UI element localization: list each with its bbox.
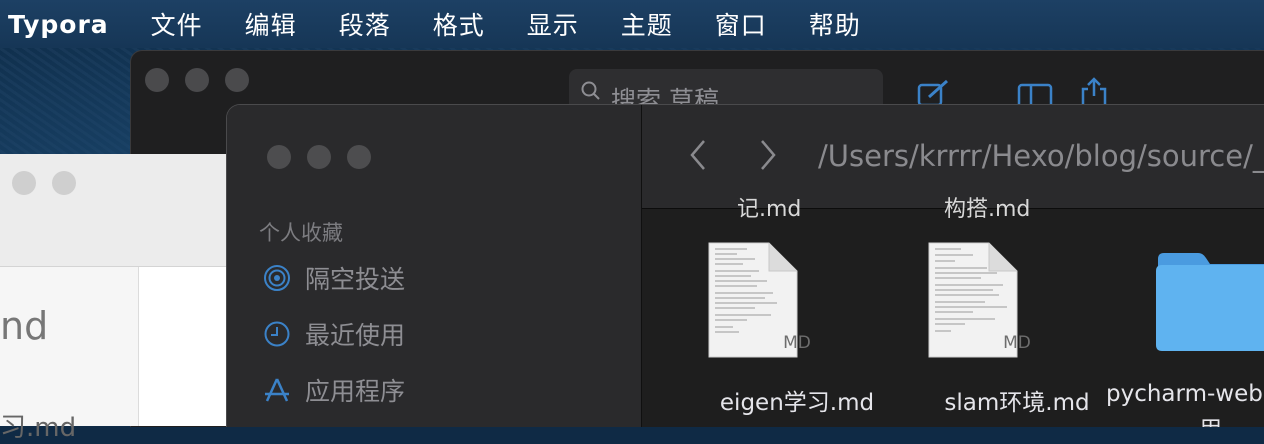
favorites-section-title: 个人收藏 <box>259 221 343 245</box>
menu-view[interactable]: 显示 <box>527 6 579 42</box>
applications-icon <box>265 378 289 402</box>
file-title-partial[interactable]: nd <box>0 304 48 348</box>
finder-window: 个人收藏 隔空投送 最近使用 应用程序 /Users/krrrr/Hexo/bl… <box>226 104 1264 427</box>
minimize-button[interactable] <box>307 145 331 169</box>
finder-content: /Users/krrrr/Hexo/blog/source/_ 记.md 构搭.… <box>642 105 1264 427</box>
file-badge: MD <box>1003 333 1031 353</box>
search-icon <box>581 81 600 100</box>
zoom-button[interactable] <box>52 171 76 195</box>
menu-bar: Typora 文件 编辑 段落 格式 显示 主题 窗口 帮助 <box>0 0 1264 48</box>
file-item[interactable]: MD slam环境.md <box>927 241 1107 417</box>
sidebar-item-label: 应用程序 <box>305 377 406 406</box>
menu-paragraph[interactable]: 段落 <box>339 6 391 42</box>
folder-name-line2[interactable]: 用 <box>1199 410 1222 427</box>
menu-file[interactable]: 文件 <box>151 6 203 42</box>
file-item[interactable]: MD eigen学习.md <box>707 241 887 417</box>
sidebar-item-airdrop[interactable]: 隔空投送 <box>263 260 405 296</box>
menu-format[interactable]: 格式 <box>433 6 485 42</box>
menu-app-name[interactable]: Typora <box>8 10 109 39</box>
airdrop-icon <box>264 265 290 291</box>
compose-icon[interactable] <box>917 79 951 107</box>
minimize-button[interactable] <box>185 68 209 92</box>
clock-icon <box>264 321 290 347</box>
file-name: eigen学习.md <box>719 390 875 416</box>
folder-icon[interactable] <box>1154 251 1264 353</box>
sidebar-item-applications[interactable]: 应用程序 <box>263 372 405 408</box>
finder-sidebar: 个人收藏 隔空投送 最近使用 应用程序 <box>227 105 641 427</box>
share-icon[interactable] <box>1079 77 1109 107</box>
forward-chevron-icon[interactable] <box>756 137 780 173</box>
folder-name[interactable]: pycharm-web <box>1106 381 1263 407</box>
menu-theme[interactable]: 主题 <box>621 6 673 42</box>
zoom-button[interactable] <box>347 145 371 169</box>
sidebar-item-recents[interactable]: 最近使用 <box>263 316 405 352</box>
close-button[interactable] <box>267 145 291 169</box>
path-bar[interactable]: /Users/krrrr/Hexo/blog/source/_ <box>818 139 1264 173</box>
back-chevron-icon[interactable] <box>686 137 710 173</box>
sidebar-item-label: 隔空投送 <box>305 265 406 294</box>
menu-help[interactable]: 帮助 <box>809 6 861 42</box>
zoom-button[interactable] <box>225 68 249 92</box>
file-name-partial[interactable]: 记.md <box>737 191 801 223</box>
file-name: slam环境.md <box>944 390 1090 416</box>
close-button[interactable] <box>145 68 169 92</box>
menu-window[interactable]: 窗口 <box>715 6 767 42</box>
typora-window: nd 习.md <box>0 154 241 443</box>
sidebar-item-label: 最近使用 <box>305 321 406 350</box>
file-name-partial[interactable]: 构搭.md <box>944 191 1030 223</box>
menu-edit[interactable]: 编辑 <box>245 6 297 42</box>
file-badge: MD <box>783 333 811 353</box>
minimize-button[interactable] <box>12 171 36 195</box>
